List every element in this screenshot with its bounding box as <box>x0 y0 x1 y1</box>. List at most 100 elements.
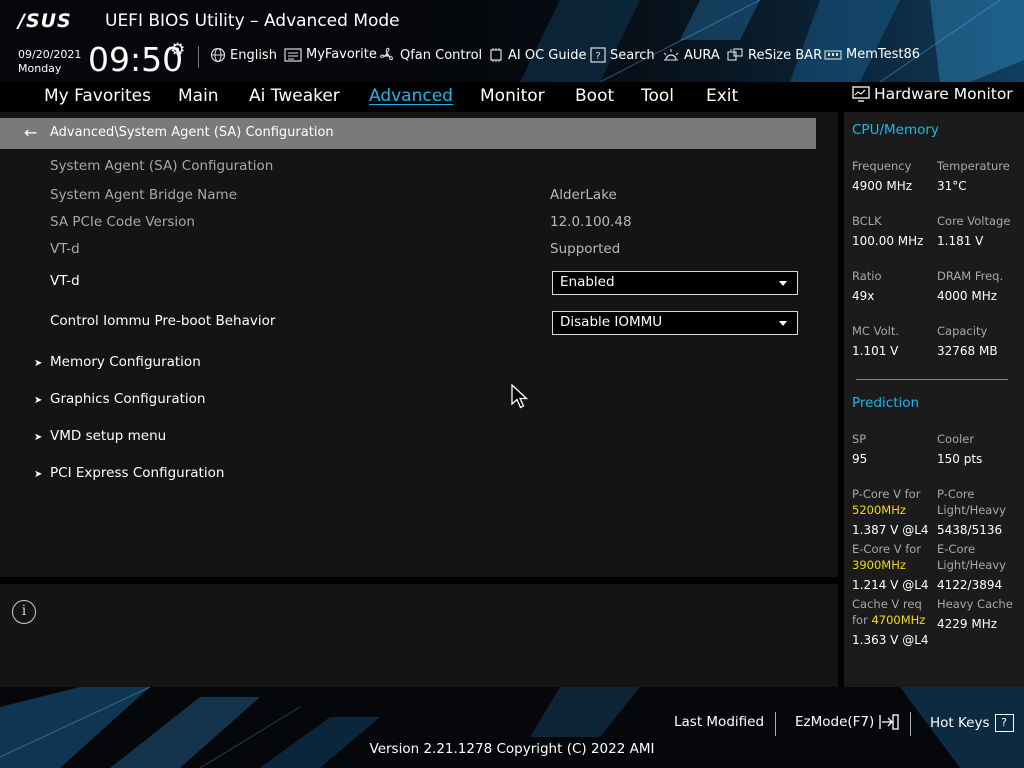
submenu-memory-configuration[interactable]: ➤ Memory Configuration <box>34 354 201 370</box>
tab-main[interactable]: Main <box>178 86 219 106</box>
ezmode-label: EzMode(F7) <box>795 714 875 730</box>
hot-keys-label: Hot Keys <box>930 715 990 731</box>
resize-bar-button[interactable]: ReSize BAR <box>726 47 822 63</box>
ecore-light-heavy-value: 4122/3894 <box>937 578 1003 592</box>
exit-to-ezmode-icon <box>879 714 899 730</box>
info-icon: i <box>12 600 36 624</box>
hardware-monitor-title: Hardware Monitor <box>852 85 1013 103</box>
pcore-light-heavy-label-line1: P-Core <box>937 487 975 501</box>
pcie-version-value: 12.0.100.48 <box>550 214 632 230</box>
last-modified-label: Last Modified <box>674 714 765 730</box>
hot-keys-button[interactable]: Hot Keys ? <box>930 714 1014 732</box>
submenu-graphics-configuration[interactable]: ➤ Graphics Configuration <box>34 391 205 407</box>
submenu-label: VMD setup menu <box>50 428 167 444</box>
dropdown-arrow-icon <box>779 321 787 326</box>
prediction-section-title: Prediction <box>852 395 920 411</box>
mc-volt-label: MC Volt. <box>852 324 899 338</box>
tab-my-favorites[interactable]: My Favorites <box>44 86 151 106</box>
ai-chip-icon <box>490 48 502 62</box>
pcore-light-heavy-label-line2: Light/Heavy <box>937 503 1006 517</box>
cpu-memory-section-title: CPU/Memory <box>852 122 939 138</box>
gear-icon[interactable]: ⚙ <box>170 40 185 60</box>
sp-label: SP <box>852 432 867 446</box>
memtest-button[interactable]: MemTest86 <box>824 47 920 62</box>
aura-button[interactable]: AURA <box>662 47 720 63</box>
cache-voltage-label-line1: Cache V req <box>852 597 922 611</box>
chevron-right-icon: ➤ <box>34 432 43 443</box>
language-label: English <box>230 47 277 63</box>
ezmode-button[interactable]: EzMode(F7) <box>795 714 899 730</box>
submenu-label: PCI Express Configuration <box>50 465 225 481</box>
aura-light-icon <box>663 49 679 61</box>
tab-monitor[interactable]: Monitor <box>480 86 545 106</box>
clock: 09:50 <box>88 40 184 79</box>
hardware-monitor-divider <box>856 379 1008 380</box>
ecore-light-heavy-label-line2: Light/Heavy <box>937 558 1006 572</box>
tab-ai-tweaker[interactable]: Ai Tweaker <box>249 86 340 106</box>
header-divider <box>198 46 199 68</box>
sp-value: 95 <box>852 452 868 466</box>
dram-freq-value: 4000 MHz <box>937 289 998 303</box>
heavy-cache-value: 4229 MHz <box>937 617 998 631</box>
version-text: Version 2.21.1278 Copyright (C) 2022 AMI <box>369 741 655 757</box>
ecore-light-heavy-label: E-Core Light/Heavy <box>937 541 1006 573</box>
ecore-voltage-label-text: E-Core V for <box>852 542 922 556</box>
myfavorite-button[interactable]: MyFavorite <box>284 47 377 62</box>
submenu-vmd-setup[interactable]: ➤ VMD setup menu <box>34 428 166 444</box>
submenu-label: Graphics Configuration <box>50 391 206 407</box>
search-button[interactable]: ? Search <box>590 47 655 63</box>
favorite-list-icon <box>284 47 302 62</box>
ecore-light-heavy-label-line1: E-Core <box>937 542 976 556</box>
footer-divider <box>775 712 776 736</box>
submenu-label: Memory Configuration <box>50 354 201 370</box>
dropdown-arrow-icon <box>779 281 787 286</box>
capacity-label: Capacity <box>937 324 988 338</box>
hardware-monitor-title-text: Hardware Monitor <box>874 85 1013 103</box>
resize-bar-label: ReSize BAR <box>748 47 823 63</box>
last-modified-button[interactable]: Last Modified <box>674 714 764 730</box>
globe-icon <box>210 47 226 63</box>
tab-advanced[interactable]: Advanced <box>369 86 453 106</box>
vtd-select[interactable]: Enabled <box>552 271 798 295</box>
core-voltage-value: 1.181 V <box>937 234 984 248</box>
monitor-icon <box>852 86 870 102</box>
cache-voltage-for: for <box>852 613 868 627</box>
tab-boot[interactable]: Boot <box>575 86 614 106</box>
bclk-value: 100.00 MHz <box>852 234 924 248</box>
vtd-setting-label: VT-d <box>50 273 80 289</box>
app-title: UEFI BIOS Utility – Advanced Mode <box>105 11 400 31</box>
qfan-button[interactable]: Qfan Control <box>378 47 482 63</box>
bridge-name-label: System Agent Bridge Name <box>50 187 238 203</box>
cache-voltage-label-line2: for 4700MHz <box>852 612 925 628</box>
submenu-pci-express-configuration[interactable]: ➤ PCI Express Configuration <box>34 465 224 481</box>
frequency-label: Frequency <box>852 159 912 173</box>
memtest-label: MemTest86 <box>846 47 921 62</box>
settings-panel <box>0 112 838 577</box>
pcore-light-heavy-label: P-Core Light/Heavy <box>937 486 1006 518</box>
tab-tool[interactable]: Tool <box>641 86 674 106</box>
footer-divider <box>910 712 911 736</box>
asus-logo: /SUS <box>18 10 72 32</box>
pcore-light-heavy-value: 5438/5136 <box>937 523 1003 537</box>
resize-bar-icon <box>727 48 743 61</box>
cache-voltage-freq: 4700MHz <box>871 613 926 627</box>
capacity-value: 32768 MB <box>937 344 998 358</box>
vtd-support-value: Supported <box>550 241 621 257</box>
tab-exit[interactable]: Exit <box>706 86 738 106</box>
ecore-voltage-label: E-Core V for 3900MHz <box>852 541 921 573</box>
language-button[interactable]: English <box>210 47 277 63</box>
search-label: Search <box>610 47 655 63</box>
ai-oc-guide-label: AI OC Guide <box>508 47 587 63</box>
temperature-label: Temperature <box>937 159 1010 173</box>
ai-oc-guide-button[interactable]: AI OC Guide <box>488 47 586 63</box>
vtd-selected-value: Enabled <box>560 274 615 290</box>
back-arrow-icon[interactable]: ← <box>24 123 37 142</box>
chevron-right-icon: ➤ <box>34 358 43 369</box>
pcore-voltage-label: P-Core V for 5200MHz <box>852 486 920 518</box>
ecore-voltage-freq: 3900MHz <box>852 558 906 572</box>
cooler-label: Cooler <box>937 432 975 446</box>
date-text: 09/20/2021 <box>18 48 82 61</box>
myfavorite-label: MyFavorite <box>306 47 377 62</box>
breadcrumb: Advanced\System Agent (SA) Configuration <box>50 125 334 140</box>
iommu-behavior-select[interactable]: Disable IOMMU <box>552 311 798 335</box>
